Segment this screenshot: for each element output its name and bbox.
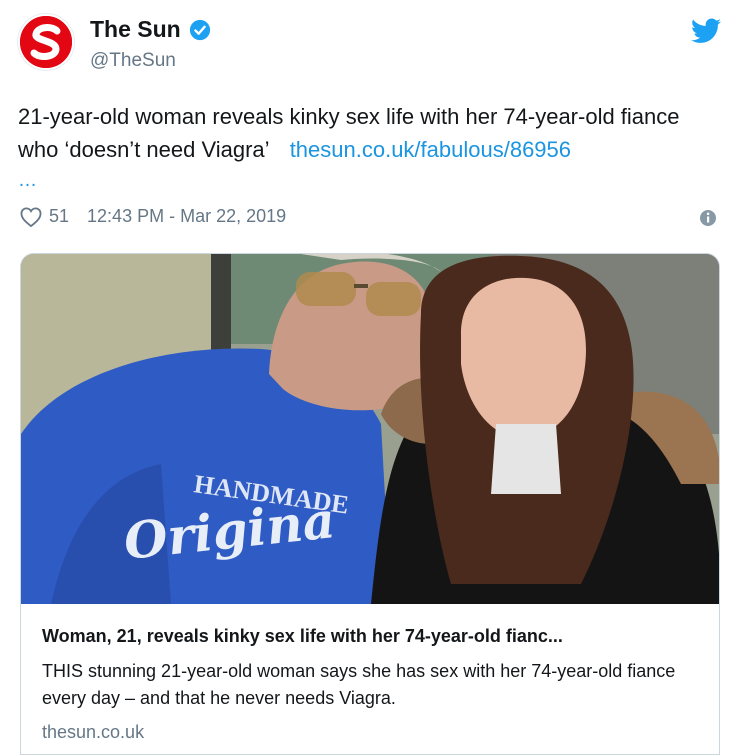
card-title[interactable]: Woman, 21, reveals kinky sex life with h… [42, 626, 702, 647]
display-name[interactable]: The Sun [90, 16, 181, 43]
card-image[interactable]: HANDMADE Origina [21, 254, 719, 604]
author-name-row: The Sun [90, 16, 211, 43]
card-description: THIS stunning 21-year-old woman says she… [42, 661, 676, 708]
link-card[interactable]: HANDMADE Origina Woman, 21, reveals kink… [20, 253, 720, 755]
tweet-text: 21-year-old woman reveals kinky sex life… [18, 100, 718, 166]
heart-icon[interactable] [20, 206, 42, 227]
avatar[interactable]: S [18, 14, 74, 70]
handle[interactable]: @TheSun [90, 50, 176, 72]
card-domain: thesun.co.uk [42, 722, 145, 742]
embedded-tweet: S The Sun @TheSun 21-year-old woman reve… [0, 0, 735, 755]
tweet-meta: 51 12:43 PM - Mar 22, 2019 [20, 206, 286, 227]
like-count[interactable]: 51 [49, 206, 69, 227]
timestamp[interactable]: 12:43 PM - Mar 22, 2019 [87, 206, 286, 227]
tweet-link[interactable]: thesun.co.uk/fabulous/86956 [290, 137, 571, 162]
verified-badge-icon [189, 19, 210, 40]
tweet-link-ellipsis[interactable]: … [18, 170, 38, 192]
info-icon[interactable] [699, 209, 717, 227]
twitter-bird-icon[interactable] [691, 18, 721, 44]
